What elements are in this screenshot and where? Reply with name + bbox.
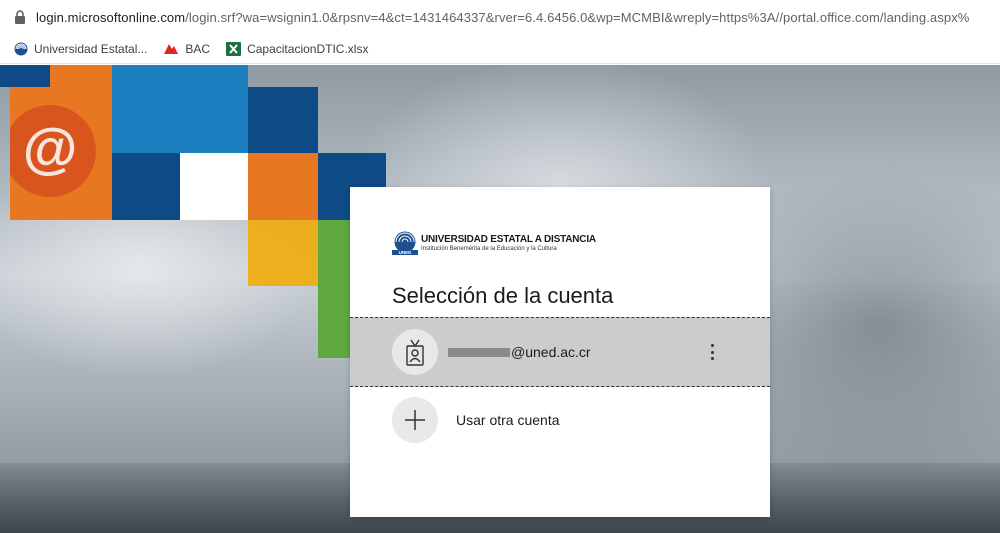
university-logo-icon: [14, 42, 28, 55]
url-text: login.microsoftonline.com/login.srf?wa=w…: [36, 10, 969, 25]
bookmark-label: Universidad Estatal...: [34, 41, 148, 56]
url-path: /login.srf?wa=wsignin1.0&rpsnv=4&ct=1431…: [185, 9, 970, 25]
bg-tile: [50, 65, 112, 87]
bg-tile: [0, 65, 50, 87]
address-bar[interactable]: login.microsoftonline.com/login.srf?wa=w…: [0, 0, 1000, 34]
excel-icon: [226, 41, 242, 56]
bookmark-bac[interactable]: BAC: [163, 42, 210, 56]
tile-symbol: @: [23, 116, 78, 179]
account-email: @uned.ac.cr: [448, 344, 591, 360]
bg-tile: [112, 65, 248, 153]
more-options-icon[interactable]: [706, 342, 718, 362]
avatar: [392, 329, 438, 375]
bg-tile: [318, 220, 350, 358]
redacted-username: [448, 347, 510, 357]
page-title: Selección de la cuenta: [392, 283, 614, 308]
at-symbol-icon: @: [10, 105, 96, 197]
logo-text: UNIVERSIDAD ESTATAL A DISTANCIA Instituc…: [421, 234, 596, 252]
bg-tile: [248, 153, 318, 220]
url-host: login.microsoftonline.com: [36, 9, 186, 25]
bg-tile: [248, 87, 318, 153]
id-badge-icon: [406, 339, 424, 366]
add-account-circle: [392, 397, 438, 443]
bg-tile: [180, 153, 248, 220]
bookmark-capacitacion[interactable]: CapacitacionDTIC.xlsx: [226, 41, 369, 56]
logo-mark-text: UNED: [399, 250, 413, 255]
organization-logo: UNED UNIVERSIDAD ESTATAL A DISTANCIA Ins…: [392, 231, 596, 255]
logo-tagline: Institución Benemérita de la Educación y…: [421, 246, 557, 252]
email-suffix: @uned.ac.cr: [511, 344, 591, 360]
use-another-account-label: Usar otra cuenta: [456, 412, 560, 428]
page-background: @ UNED UNIVERSIDAD ESTATAL A DISTANCIA I…: [0, 65, 1000, 533]
bookmarks-bar: Universidad Estatal... BAC CapacitacionD…: [0, 34, 1000, 64]
bookmark-label: BAC: [185, 41, 211, 56]
bg-tile: [112, 153, 180, 220]
bac-logo-icon: [164, 43, 179, 54]
bookmark-universidad[interactable]: Universidad Estatal...: [14, 42, 147, 56]
plus-icon: [405, 410, 425, 430]
lock-icon: [15, 10, 25, 24]
account-tile[interactable]: @uned.ac.cr: [350, 317, 770, 387]
use-another-account-button[interactable]: Usar otra cuenta: [350, 389, 770, 451]
account-picker-card: UNED UNIVERSIDAD ESTATAL A DISTANCIA Ins…: [350, 187, 770, 517]
logo-name: UNIVERSIDAD ESTATAL A DISTANCIA: [421, 234, 596, 245]
uned-logo-icon: UNED: [392, 231, 418, 255]
bg-tile: [248, 220, 318, 286]
bookmark-label: CapacitacionDTIC.xlsx: [247, 41, 369, 56]
